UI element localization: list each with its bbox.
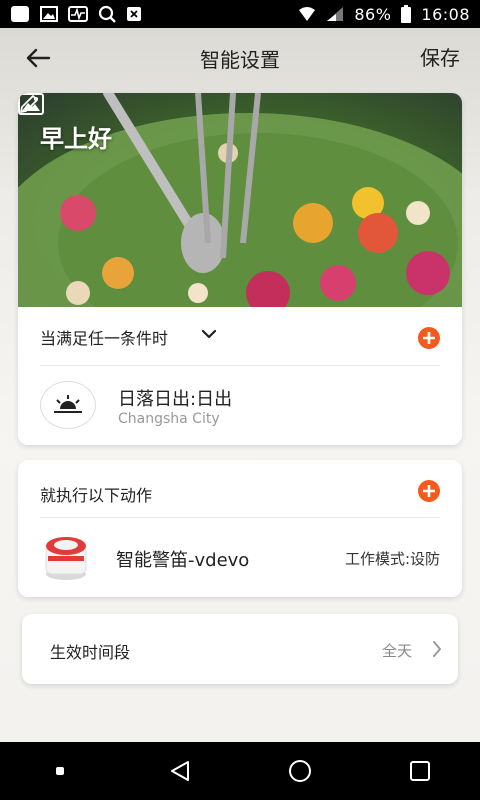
plus-icon [423,332,435,344]
effective-period-label: 生效时间段 [50,643,131,662]
device-name: 智能警笛-vdevo [116,550,250,571]
condition-location: Changsha City [118,411,220,427]
effective-period-row[interactable]: 生效时间段 全天 [22,614,458,684]
triangle-back-icon [171,761,189,781]
chevron-down-icon[interactable] [202,329,216,339]
sunrise-icon [40,381,96,429]
scene-greeting: 早上好 [40,125,112,153]
scene-cover-image: 早上好 [18,93,462,307]
divider [40,365,440,366]
search-icon [98,5,116,23]
arrow-left-icon [26,48,51,68]
battery-icon [401,5,412,23]
nav-dot-button[interactable] [40,751,80,791]
signal-icon [326,6,344,22]
close-box-icon [126,6,142,22]
notification-square-icon [10,5,30,23]
page-title: 智能设置 [200,47,280,72]
pulse-icon [68,6,88,22]
wifi-icon [298,6,316,22]
siren-device-icon [45,537,87,580]
nav-recents-button[interactable] [400,751,440,791]
action-card: 就执行以下动作 智能警笛-vdevo 工作模式:设防 [18,460,462,597]
condition-label: 当满足任一条件时 [40,329,169,348]
add-condition-button[interactable] [418,327,440,349]
device-mode: 工作模式:设防 [344,550,440,568]
nav-back-button[interactable] [160,751,200,791]
back-button[interactable] [20,40,56,76]
condition-card: 早上好 当满足任一条件时 日落日出:日出 Changsha City [18,93,462,445]
status-bar: 86% 16:08 [0,0,480,28]
chevron-right-icon [433,641,441,657]
square-recents-icon [410,761,430,781]
nav-home-button[interactable] [280,751,320,791]
app-header: 智能设置 保存 [0,28,480,88]
condition-header: 当满足任一条件时 [18,307,462,367]
action-label: 就执行以下动作 [40,486,153,505]
circle-home-icon [289,760,311,782]
plus-icon [423,485,435,497]
system-navbar [0,742,480,800]
status-right: 86% 16:08 [298,5,470,24]
battery-percent: 86% [354,4,392,24]
gallery-icon [40,6,58,22]
action-item-siren[interactable]: 智能警笛-vdevo 工作模式:设防 [18,518,462,597]
dot-icon [56,767,64,775]
clock: 16:08 [421,4,470,24]
condition-title: 日落日出:日出 [118,389,233,410]
condition-item-sunrise[interactable]: 日落日出:日出 Changsha City [18,369,462,445]
save-button[interactable]: 保存 [420,42,460,71]
add-action-button[interactable] [418,480,440,502]
status-left [10,5,142,23]
effective-period-value: 全天 [381,642,412,660]
image-icon[interactable] [18,93,44,115]
